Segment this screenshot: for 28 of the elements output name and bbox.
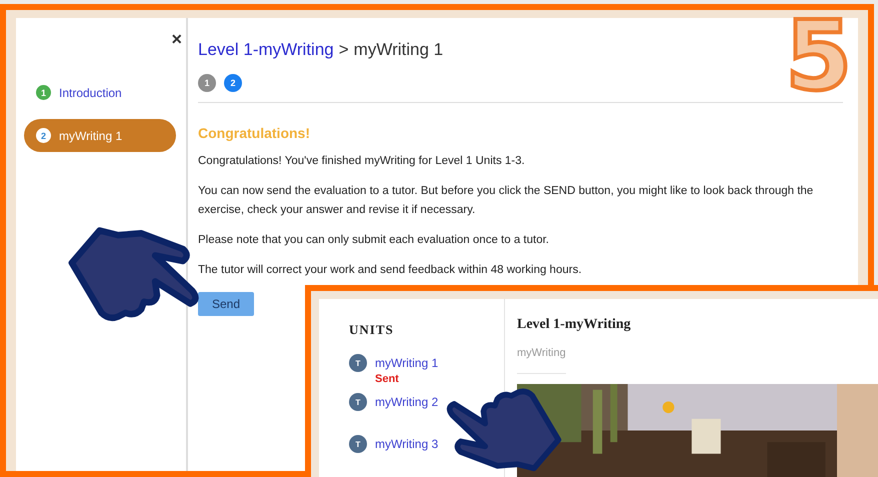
unit-link[interactable]: myWriting 1	[375, 354, 438, 372]
sidebar-item[interactable]: 1 Introduction	[24, 76, 176, 109]
paragraph: Please note that you can only submit each evaluation once to a tutor.	[198, 233, 550, 248]
unit-link[interactable]: myWriting 3	[375, 435, 438, 453]
unit-avatar: T	[349, 354, 367, 372]
unit-avatar: T	[349, 435, 367, 453]
congratulations-heading: Congratulations!	[198, 125, 311, 141]
sidebar-item-label: myWriting 1	[59, 128, 122, 142]
sidebar-item-label: Introduction	[59, 86, 122, 100]
units-heading: UNITS	[349, 322, 395, 338]
unit-avatar: T	[349, 393, 367, 411]
step-number: 5	[785, 8, 852, 104]
step-button[interactable]: 2	[224, 74, 242, 92]
unit-link[interactable]: myWriting 2	[375, 393, 438, 411]
step-number-badge: 2	[36, 128, 51, 143]
status-label: Sent	[375, 373, 400, 385]
course-title: Level 1-myWriting	[517, 317, 632, 333]
sidebar-item[interactable]: 2 myWriting 1	[24, 119, 176, 152]
paragraph: You can now send the evaluation to a tutor. But before you click the SEND button, you might like to look back through the exercise, check your answer and revise it if necessary.	[198, 184, 814, 218]
breadcrumb-link[interactable]: Level 1-myWriting	[198, 40, 334, 60]
send-button[interactable]: Send	[198, 292, 254, 316]
course-subtitle: myWriting	[517, 347, 566, 374]
paragraph: The tutor will correct your work and send feedback within 48 working hours.	[198, 263, 583, 278]
breadcrumb-separator: >	[338, 40, 349, 60]
close-button[interactable]: ×	[171, 30, 182, 48]
breadcrumb-current: myWriting 1	[354, 40, 444, 60]
paragraph: Congratulations! You've finished myWriting for Level 1 Units 1-3.	[198, 154, 526, 169]
step-number-badge: 1	[36, 85, 51, 100]
